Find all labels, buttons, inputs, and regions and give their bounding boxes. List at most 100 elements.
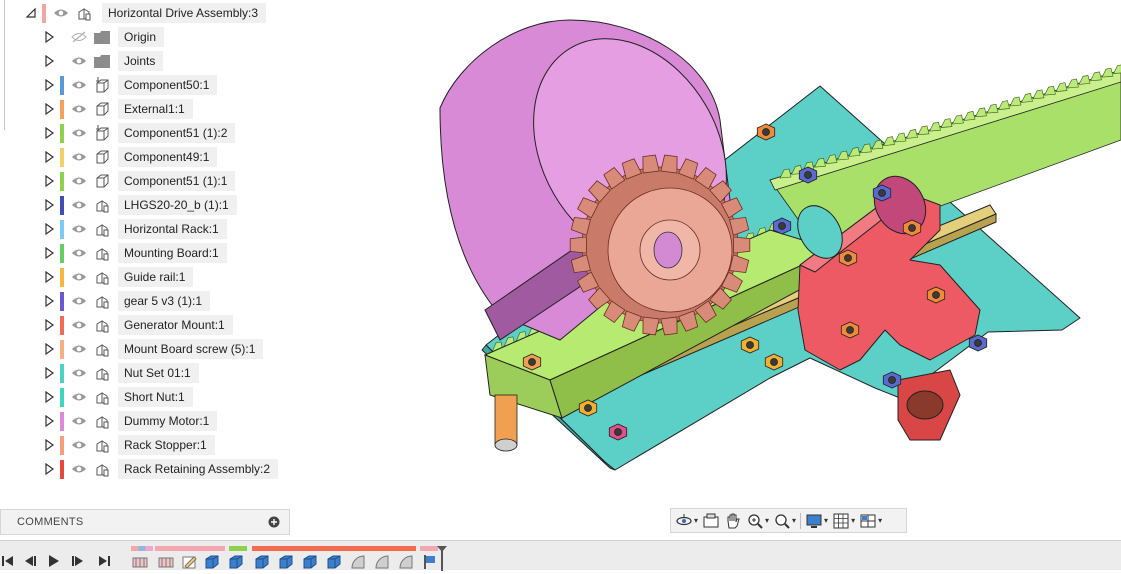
browser-item-label[interactable]: Dummy Motor:1 xyxy=(118,411,217,431)
visibility-eye-icon[interactable] xyxy=(70,270,88,284)
component-feature-icon[interactable] xyxy=(278,554,294,570)
flag-feature-icon[interactable] xyxy=(422,554,438,570)
expand-triangle-icon[interactable] xyxy=(42,438,56,452)
expand-triangle-icon[interactable] xyxy=(42,294,56,308)
browser-tree-item[interactable]: Component51 (1):2 xyxy=(42,123,235,143)
browser-item-label[interactable]: Generator Mount:1 xyxy=(118,315,233,335)
visibility-eye-icon[interactable] xyxy=(52,6,70,20)
step-forward-icon[interactable] xyxy=(70,554,86,568)
browser-tree-item[interactable]: Joints xyxy=(42,51,163,71)
visibility-eye-icon[interactable] xyxy=(70,438,88,452)
shell-feature-icon[interactable] xyxy=(350,554,366,570)
visibility-eye-icon[interactable] xyxy=(70,78,88,92)
visibility-eye-icon[interactable] xyxy=(70,390,88,404)
browser-tree-item[interactable]: gear 5 v3 (1):1 xyxy=(42,291,210,311)
browser-item-label[interactable]: Origin xyxy=(118,27,164,47)
visibility-eye-icon[interactable] xyxy=(70,366,88,380)
visibility-eye-icon[interactable] xyxy=(70,126,88,140)
visibility-eye-icon[interactable] xyxy=(70,318,88,332)
browser-tree-item[interactable]: Mounting Board:1 xyxy=(42,243,227,263)
browser-item-label[interactable]: Component49:1 xyxy=(118,147,217,167)
browser-tree-item[interactable]: Rack Stopper:1 xyxy=(42,435,215,455)
orbit-icon[interactable]: ▾ xyxy=(675,510,698,532)
visibility-eye-icon[interactable] xyxy=(70,246,88,260)
browser-tree-item[interactable]: Guide rail:1 xyxy=(42,267,193,287)
browser-tree-item[interactable]: Nut Set 01:1 xyxy=(42,363,199,383)
visibility-eye-icon[interactable] xyxy=(70,294,88,308)
shell-feature-icon[interactable] xyxy=(374,554,390,570)
browser-root-node[interactable]: Horizontal Drive Assembly:3 xyxy=(24,3,266,23)
expand-triangle-icon[interactable] xyxy=(42,390,56,404)
go-to-end-icon[interactable] xyxy=(96,554,112,568)
visibility-eye-icon[interactable] xyxy=(70,174,88,188)
component-feature-icon[interactable] xyxy=(302,554,318,570)
sketch-feature-icon[interactable] xyxy=(182,554,198,570)
expand-triangle-icon[interactable] xyxy=(42,78,56,92)
component-feature-icon[interactable] xyxy=(254,554,270,570)
expand-triangle-icon[interactable] xyxy=(42,270,56,284)
browser-tree-item[interactable]: Rack Retaining Assembly:2 xyxy=(42,459,278,479)
browser-item-label[interactable]: Nut Set 01:1 xyxy=(118,363,199,383)
add-comment-icon[interactable] xyxy=(267,515,281,529)
visibility-eye-icon[interactable] xyxy=(70,150,88,164)
visibility-eye-icon[interactable] xyxy=(70,414,88,428)
browser-tree-item[interactable]: Horizontal Rack:1 xyxy=(42,219,227,239)
expand-triangle-icon[interactable] xyxy=(42,198,56,212)
play-icon[interactable] xyxy=(46,554,62,568)
root-label[interactable]: Horizontal Drive Assembly:3 xyxy=(102,3,266,23)
timeline-marker[interactable] xyxy=(437,546,447,571)
canvas-viewport[interactable] xyxy=(300,0,1121,486)
expand-triangle-icon[interactable] xyxy=(42,222,56,236)
expand-triangle-icon[interactable] xyxy=(42,30,56,44)
browser-tree-item[interactable]: External1:1 xyxy=(42,99,193,119)
browser-tree-item[interactable]: Component51 (1):1 xyxy=(42,171,235,191)
component-feature-icon[interactable] xyxy=(228,554,244,570)
zoom-icon[interactable]: ▾ xyxy=(773,510,796,532)
joint-feature-icon[interactable] xyxy=(132,554,148,570)
go-to-start-icon[interactable] xyxy=(0,554,16,568)
browser-item-label[interactable]: Short Nut:1 xyxy=(118,387,193,407)
viewports-icon[interactable]: ▾ xyxy=(859,510,882,532)
browser-tree-item[interactable]: Component50:1 xyxy=(42,75,217,95)
expand-triangle-icon[interactable] xyxy=(42,318,56,332)
visibility-eye-icon[interactable] xyxy=(70,102,88,116)
comments-panel[interactable]: COMMENTS xyxy=(0,509,290,535)
expand-triangle-icon[interactable] xyxy=(42,174,56,188)
expand-triangle-icon[interactable] xyxy=(42,414,56,428)
component-feature-icon[interactable] xyxy=(326,554,342,570)
browser-item-label[interactable]: Component50:1 xyxy=(118,75,217,95)
hidden-eye-icon[interactable] xyxy=(70,30,88,44)
browser-item-label[interactable]: Mount Board screw (5):1 xyxy=(118,339,263,359)
collapse-triangle-icon[interactable] xyxy=(24,6,38,20)
pan-icon[interactable] xyxy=(724,510,742,532)
expand-triangle-icon[interactable] xyxy=(42,366,56,380)
browser-tree-item[interactable]: Generator Mount:1 xyxy=(42,315,233,335)
visibility-eye-icon[interactable] xyxy=(70,222,88,236)
browser-item-label[interactable]: External1:1 xyxy=(118,99,193,119)
grid-settings-icon[interactable]: ▾ xyxy=(832,510,855,532)
expand-triangle-icon[interactable] xyxy=(42,150,56,164)
visibility-eye-icon[interactable] xyxy=(70,342,88,356)
look-at-icon[interactable] xyxy=(702,510,720,532)
browser-item-label[interactable]: Rack Stopper:1 xyxy=(118,435,215,455)
browser-tree-item[interactable]: Origin xyxy=(42,27,164,47)
expand-triangle-icon[interactable] xyxy=(42,126,56,140)
joint-feature-icon[interactable] xyxy=(158,554,174,570)
browser-tree-item[interactable]: LHGS20-20_b (1):1 xyxy=(42,195,237,215)
browser-item-label[interactable]: Horizontal Rack:1 xyxy=(118,219,227,239)
browser-item-label[interactable]: Rack Retaining Assembly:2 xyxy=(118,459,278,479)
browser-item-label[interactable]: Joints xyxy=(118,51,163,71)
component-feature-icon[interactable] xyxy=(204,554,220,570)
step-back-icon[interactable] xyxy=(22,554,38,568)
zoom-window-icon[interactable]: ▾ xyxy=(746,510,769,532)
expand-triangle-icon[interactable] xyxy=(42,54,56,68)
browser-item-label[interactable]: gear 5 v3 (1):1 xyxy=(118,291,210,311)
shell-feature-icon[interactable] xyxy=(398,554,414,570)
visibility-eye-icon[interactable] xyxy=(70,198,88,212)
browser-item-label[interactable]: Component51 (1):2 xyxy=(118,123,235,143)
browser-tree-item[interactable]: Short Nut:1 xyxy=(42,387,193,407)
browser-item-label[interactable]: Guide rail:1 xyxy=(118,267,193,287)
browser-tree-item[interactable]: Dummy Motor:1 xyxy=(42,411,217,431)
browser-item-label[interactable]: LHGS20-20_b (1):1 xyxy=(118,195,237,215)
visibility-eye-icon[interactable] xyxy=(70,54,88,68)
